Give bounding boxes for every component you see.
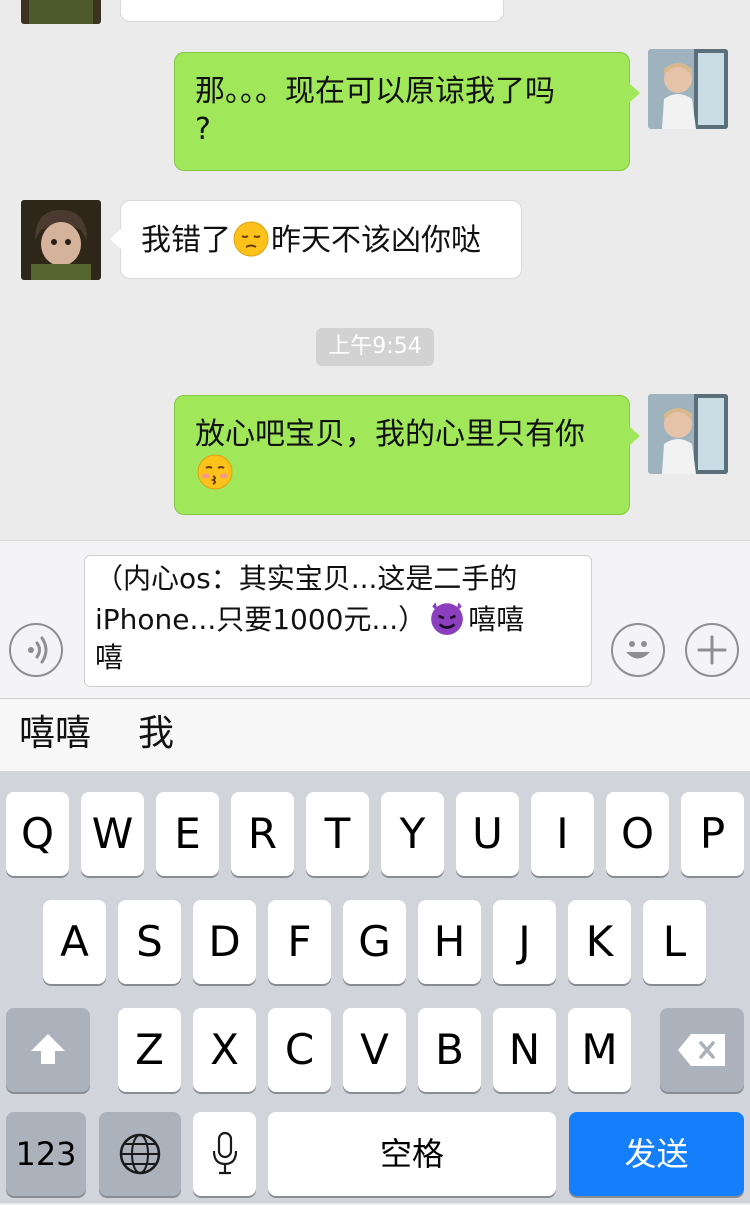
voice-button[interactable] xyxy=(9,623,63,677)
message-bubble-outgoing[interactable]: 放心吧宝贝，我的心里只有你 xyxy=(174,395,640,515)
message-bubble-incoming[interactable]: 我错了 昨天不该凶你哒 xyxy=(110,200,522,279)
key-n[interactable]: N xyxy=(493,1008,556,1092)
keyboard: Q W E R T Y U I O P A S D F G H J K L Z … xyxy=(0,771,750,1203)
candidate-word[interactable]: 嘻嘻 xyxy=(19,709,91,759)
key-j[interactable]: J xyxy=(493,900,556,984)
shift-key[interactable] xyxy=(6,1008,90,1092)
timestamp-label: 上午9:54 xyxy=(316,328,434,366)
voice-icon xyxy=(28,636,48,664)
space-key[interactable]: 空格 xyxy=(268,1112,556,1196)
globe-key[interactable] xyxy=(99,1112,181,1196)
input-text: 嘻嘻 xyxy=(468,603,525,636)
key-x[interactable]: X xyxy=(193,1008,256,1092)
input-text: iPhone...只要1000元...） xyxy=(95,603,427,636)
key-y[interactable]: Y xyxy=(381,792,444,876)
backspace-key[interactable] xyxy=(660,1008,744,1092)
key-k[interactable]: K xyxy=(568,900,631,984)
key-d[interactable]: D xyxy=(193,900,256,984)
backspace-icon xyxy=(678,1034,725,1066)
key-h[interactable]: H xyxy=(418,900,481,984)
input-text: 嘻 xyxy=(95,641,124,674)
candidate-word[interactable]: 我 xyxy=(138,709,174,759)
key-e[interactable]: E xyxy=(156,792,219,876)
bubble-tail xyxy=(629,426,640,446)
numbers-key[interactable]: 123 xyxy=(6,1112,86,1196)
message-bubble-outgoing[interactable]: 那。。。现在可以原谅我了吗 ? xyxy=(174,52,640,171)
input-bar: （内心os：其实宝贝...这是二手的 iPhone...只要1000元...） 嘻… xyxy=(0,540,750,699)
smiling-devil-face-icon xyxy=(431,602,464,635)
smiley-icon xyxy=(626,641,650,659)
key-q[interactable]: Q xyxy=(6,792,69,876)
key-f[interactable]: F xyxy=(268,900,331,984)
candidate-bar: 嘻嘻 我 xyxy=(0,698,750,772)
key-t[interactable]: T xyxy=(306,792,369,876)
message-text: 我错了 xyxy=(141,223,231,258)
message-text: ? xyxy=(195,112,211,147)
kissing-face-icon xyxy=(197,454,233,490)
globe-icon xyxy=(119,1133,161,1175)
key-z[interactable]: Z xyxy=(118,1008,181,1092)
my-avatar[interactable] xyxy=(648,49,728,129)
send-button[interactable]: 发送 xyxy=(569,1112,744,1196)
key-s[interactable]: S xyxy=(118,900,181,984)
key-b[interactable]: B xyxy=(418,1008,481,1092)
dictation-key[interactable] xyxy=(193,1112,256,1196)
message-text: 那。。。现在可以原谅我了吗 xyxy=(195,74,555,109)
key-m[interactable]: M xyxy=(568,1008,631,1092)
key-r[interactable]: R xyxy=(231,792,294,876)
key-v[interactable]: V xyxy=(343,1008,406,1092)
message-input[interactable]: （内心os：其实宝贝...这是二手的 iPhone...只要1000元...） 嘻… xyxy=(84,555,592,687)
my-avatar[interactable] xyxy=(648,394,728,474)
message-text: 昨天不该凶你哒 xyxy=(271,223,481,258)
key-p[interactable]: P xyxy=(681,792,744,876)
message-bubble-partial xyxy=(120,0,504,22)
microphone-icon xyxy=(212,1131,237,1175)
key-w[interactable]: W xyxy=(81,792,144,876)
message-text: 放心吧宝贝，我的心里只有你 xyxy=(195,417,585,452)
bubble-tail xyxy=(629,83,640,103)
emoji-button[interactable] xyxy=(611,623,665,677)
key-c[interactable]: C xyxy=(268,1008,331,1092)
plus-icon xyxy=(697,635,727,665)
bubble-tail xyxy=(110,229,121,249)
key-o[interactable]: O xyxy=(606,792,669,876)
key-l[interactable]: L xyxy=(643,900,706,984)
pensive-face-icon xyxy=(233,221,269,257)
contact-avatar[interactable] xyxy=(21,0,101,24)
shift-arrow-icon xyxy=(31,1034,65,1064)
key-i[interactable]: I xyxy=(531,792,594,876)
input-text: （内心os：其实宝贝...这是二手的 xyxy=(95,562,518,595)
key-u[interactable]: U xyxy=(456,792,519,876)
key-g[interactable]: G xyxy=(343,900,406,984)
key-a[interactable]: A xyxy=(43,900,106,984)
contact-avatar[interactable] xyxy=(21,200,101,280)
more-button[interactable] xyxy=(685,623,739,677)
chat-area[interactable]: 那。。。现在可以原谅我了吗 ? 我错了 昨天不该凶你哒 上午9:54 放心吧宝贝，… xyxy=(0,0,750,540)
